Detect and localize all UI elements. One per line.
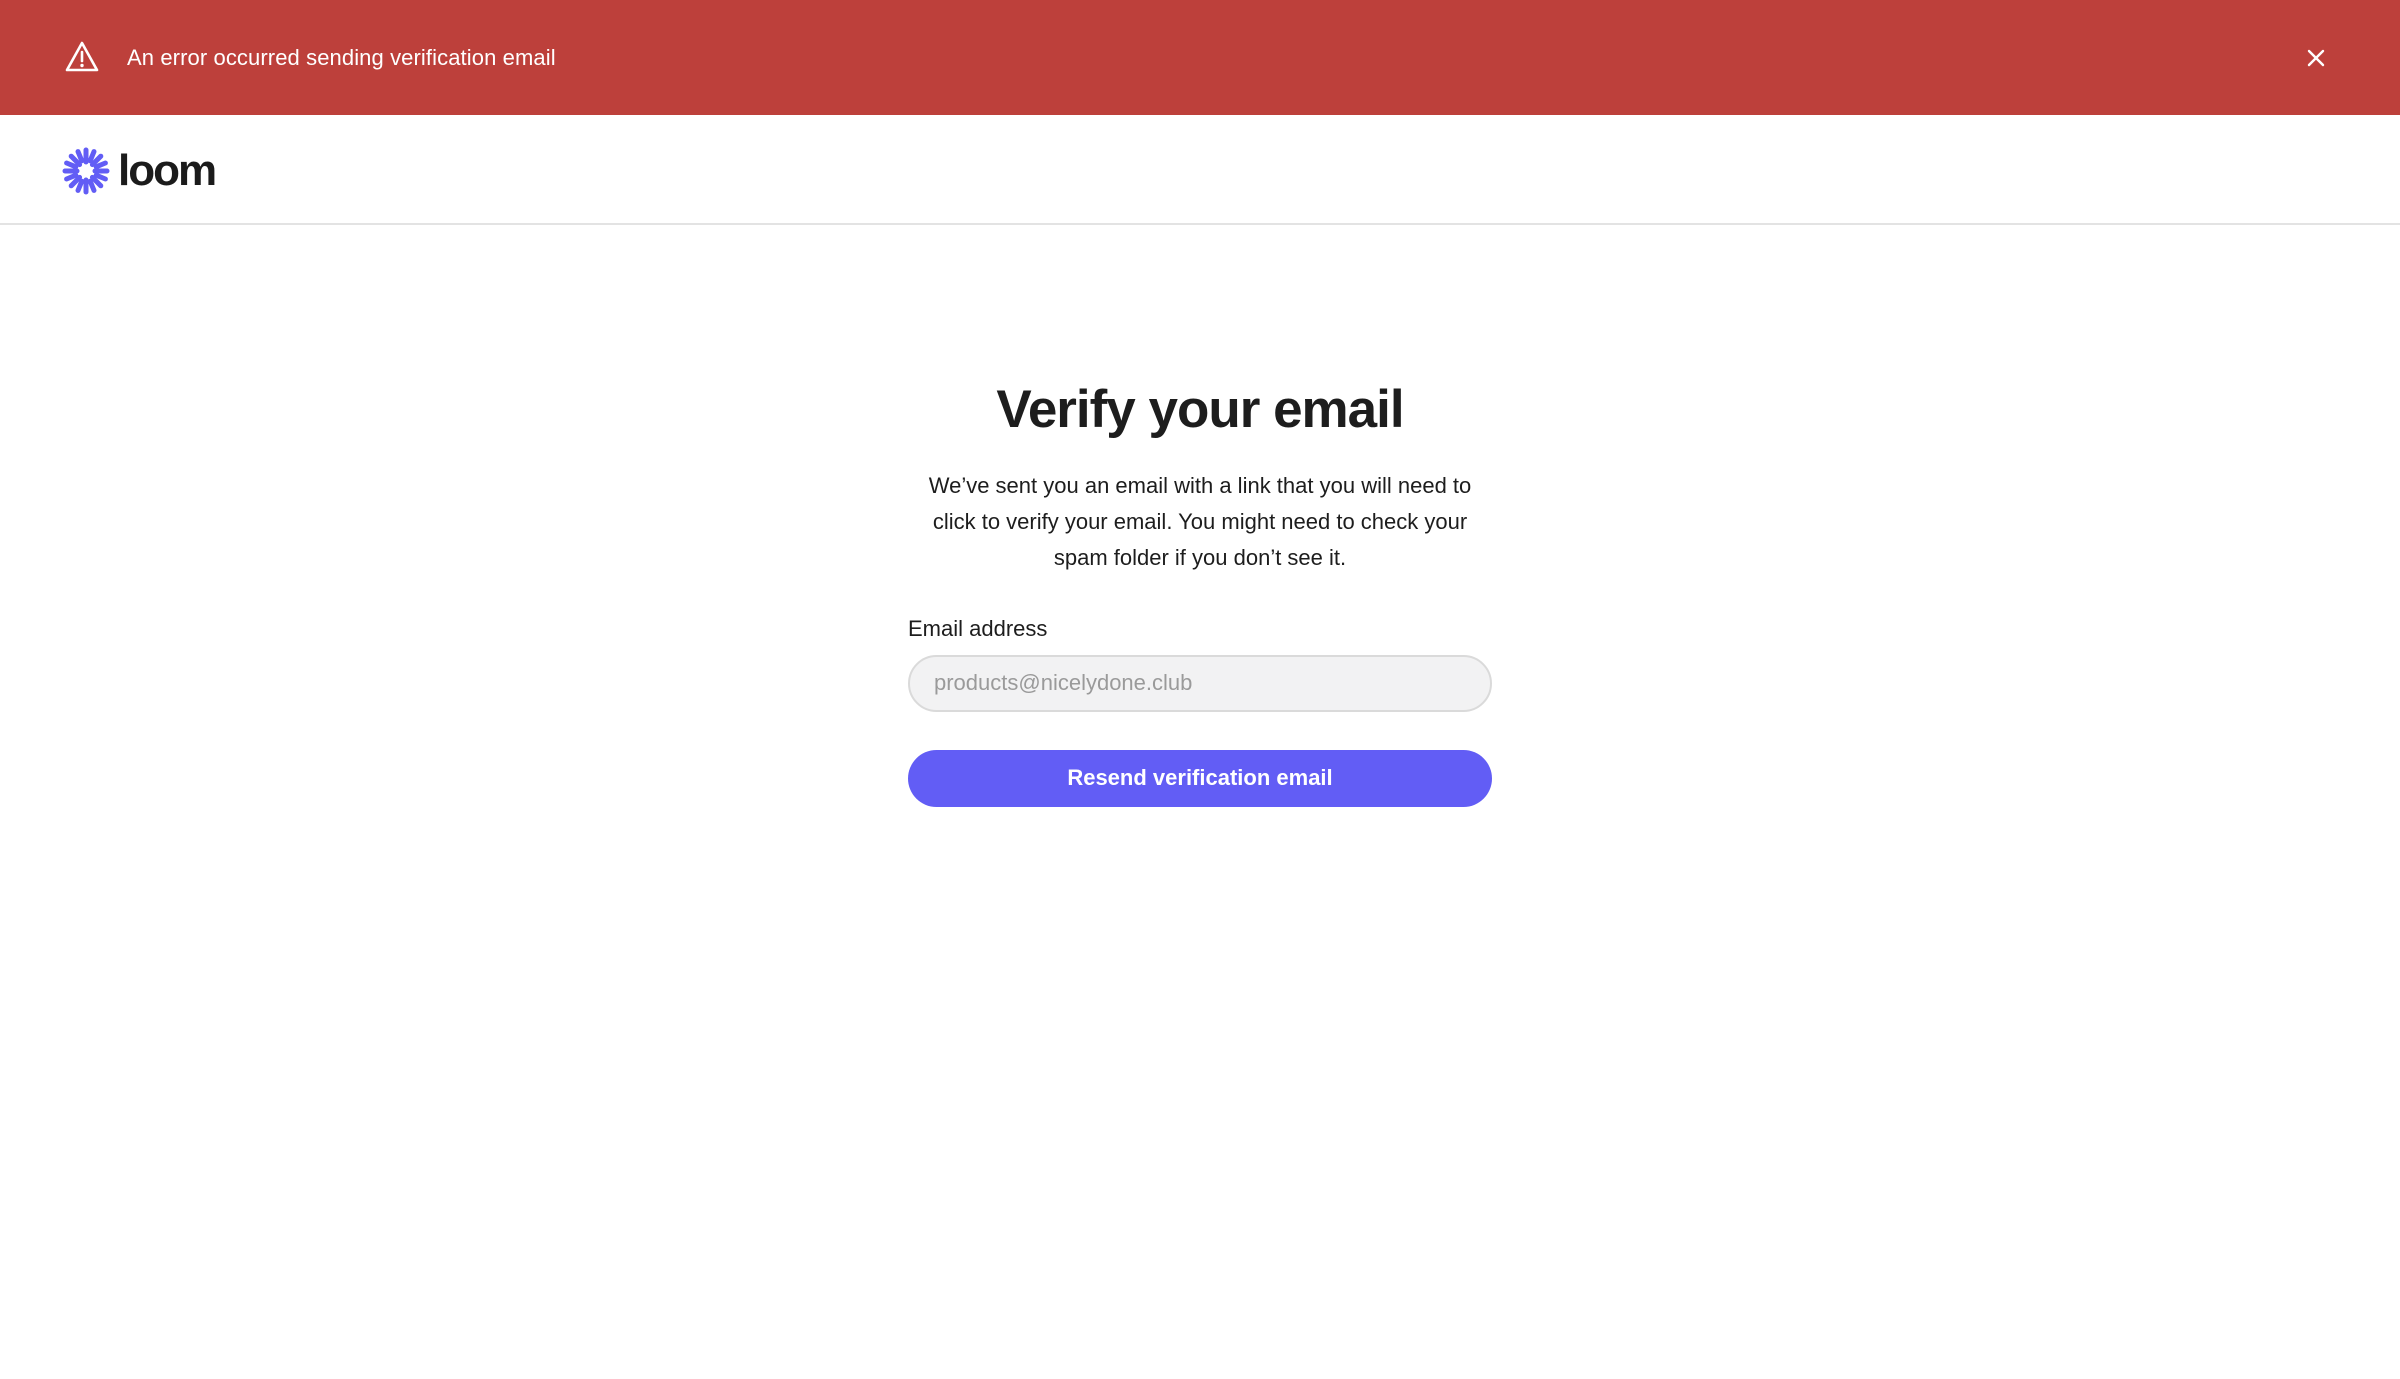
page-description: We’ve sent you an email with a link that… (928, 472, 1472, 570)
email-input[interactable] (908, 654, 1492, 712)
page-title: Verify your email (996, 380, 1404, 439)
header: loom (0, 115, 2400, 225)
error-message: An error occurred sending verification e… (127, 44, 556, 70)
close-icon[interactable] (2300, 42, 2332, 74)
verify-email-card: Verify your email We’ve sent you an emai… (908, 360, 1492, 807)
loom-logo[interactable]: loom (62, 145, 217, 197)
error-banner: An error occurred sending verification e… (0, 0, 2400, 115)
logo-wordmark: loom (118, 146, 217, 195)
loom-starburst-icon (62, 147, 110, 195)
warning-triangle-icon (64, 40, 100, 74)
email-label: Email address (908, 615, 1048, 641)
resend-verification-button[interactable]: Resend verification email (908, 749, 1492, 807)
